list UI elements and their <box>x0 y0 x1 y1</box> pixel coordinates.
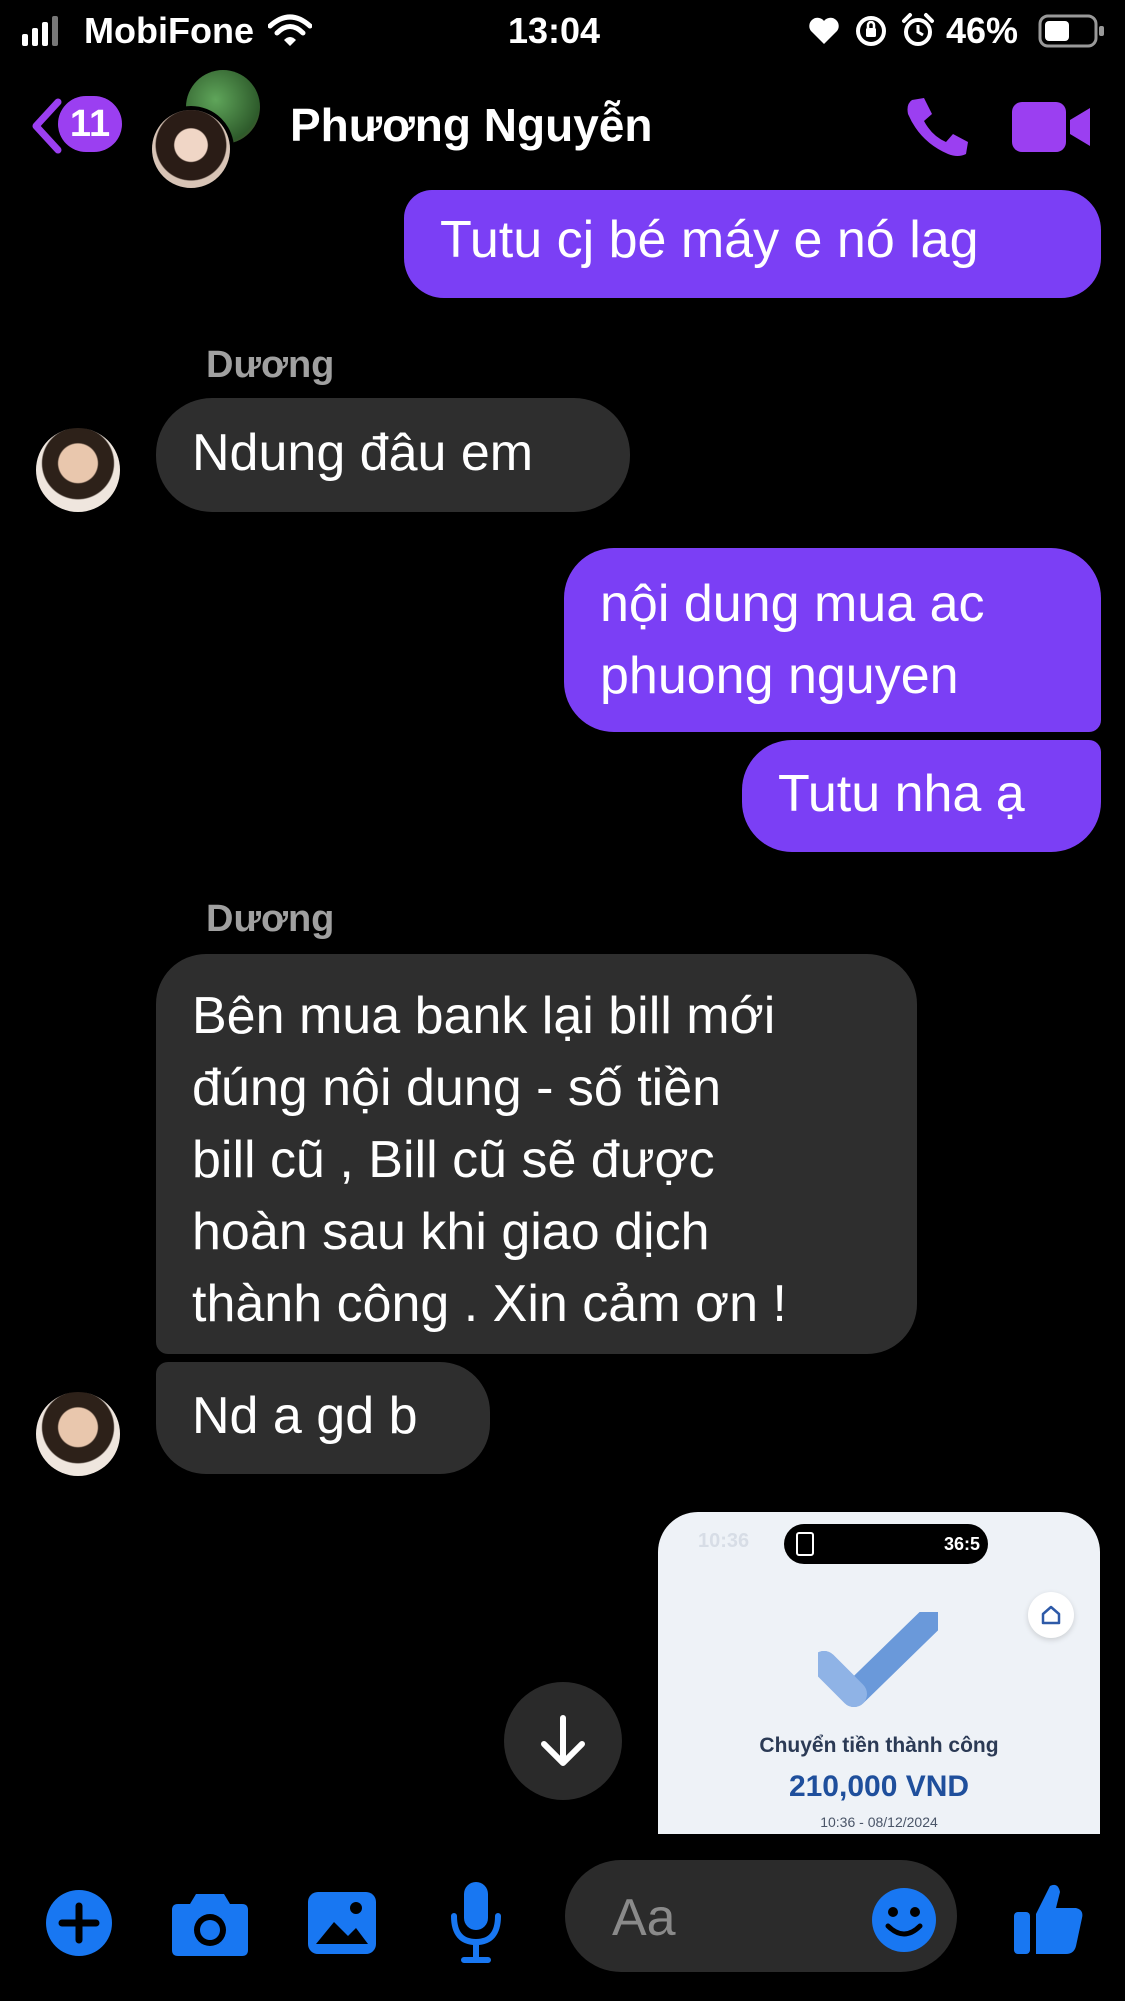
rotation-lock-icon <box>856 16 886 46</box>
message-line: hoàn sau khi giao dịch <box>192 1203 710 1261</box>
scroll-to-bottom-button[interactable] <box>504 1682 622 1800</box>
message-outgoing[interactable]: Tutu nha ạ <box>742 740 1101 852</box>
message-line: Bên mua bank lại bill mới <box>192 987 776 1045</box>
sender-name: Dương <box>206 898 335 940</box>
status-bar: MobiFone 13:04 46% <box>0 0 1125 62</box>
message-incoming[interactable]: Ndung đâu em <box>156 398 630 512</box>
clock: 13:04 <box>508 10 601 51</box>
dynamic-island: 36:5 <box>784 1524 988 1564</box>
phone-icon[interactable] <box>902 94 972 158</box>
avatar-duong[interactable] <box>36 428 120 512</box>
unread-count-badge[interactable]: 11 <box>58 96 122 152</box>
image-message[interactable]: 10:36 36:5 Chuyển tiền thành công 210,00… <box>658 1512 1100 1834</box>
home-icon <box>1028 1592 1074 1638</box>
message-outgoing[interactable]: Tutu cj bé máy e nó lag <box>404 190 1101 298</box>
contact-name[interactable]: Phương Nguyễn <box>290 98 652 152</box>
message-incoming[interactable]: Bên mua bank lại bill mới đúng nội dung … <box>156 954 917 1354</box>
avatar-duong[interactable] <box>36 1392 120 1476</box>
gallery-icon[interactable] <box>306 1888 378 1958</box>
heart-icon <box>809 17 839 44</box>
message-input-placeholder: Aa <box>612 1889 676 1947</box>
image-status-strip: 10:36 36:5 <box>658 1512 1100 1572</box>
thumbs-up-icon[interactable] <box>1012 1880 1084 1956</box>
alarm-icon <box>902 13 934 46</box>
signal-icon <box>22 16 58 46</box>
message-text: Tutu cj bé máy e nó lag <box>440 211 979 269</box>
checkmark-icon <box>818 1612 938 1707</box>
sender-name: Dương <box>206 344 335 386</box>
image-time: 10:36 <box>698 1530 750 1552</box>
message-line: bill cũ , Bill cũ sẽ được <box>192 1131 715 1189</box>
message-incoming[interactable]: Nd a gd b <box>156 1362 490 1474</box>
battery-icon <box>1038 14 1104 48</box>
mic-icon[interactable] <box>450 1880 502 1964</box>
camera-icon[interactable] <box>170 1888 250 1958</box>
transfer-amount: 210,000 VND <box>788 1770 970 1803</box>
message-text: Ndung đâu em <box>192 424 534 482</box>
message-text: Tutu nha ạ <box>778 765 1025 823</box>
image-timer: 36:5 <box>944 1534 981 1554</box>
message-line: nội dung mua ac <box>600 575 985 633</box>
message-text: Nd a gd b <box>192 1387 418 1445</box>
calendar-icon <box>796 1532 814 1556</box>
transfer-title: Chuyển tiền thành công <box>759 1734 999 1757</box>
wifi-icon <box>268 14 312 46</box>
video-icon[interactable] <box>1010 100 1092 154</box>
message-line: thành công . Xin cảm ơn ! <box>192 1275 787 1333</box>
plus-icon[interactable] <box>44 1888 114 1958</box>
carrier-name: MobiFone <box>84 10 254 51</box>
battery-percent: 46% <box>946 10 1019 51</box>
message-outgoing[interactable]: nội dung mua ac phuong nguyen <box>564 548 1101 732</box>
avatar-primary[interactable] <box>148 106 234 192</box>
message-line: đúng nội dung - số tiền <box>192 1059 722 1117</box>
arrow-down-icon <box>541 1715 585 1766</box>
emoji-icon[interactable] <box>870 1886 938 1954</box>
message-line: phuong nguyen <box>600 647 959 705</box>
transfer-datetime: 10:36 - 08/12/2024 <box>820 1814 938 1830</box>
